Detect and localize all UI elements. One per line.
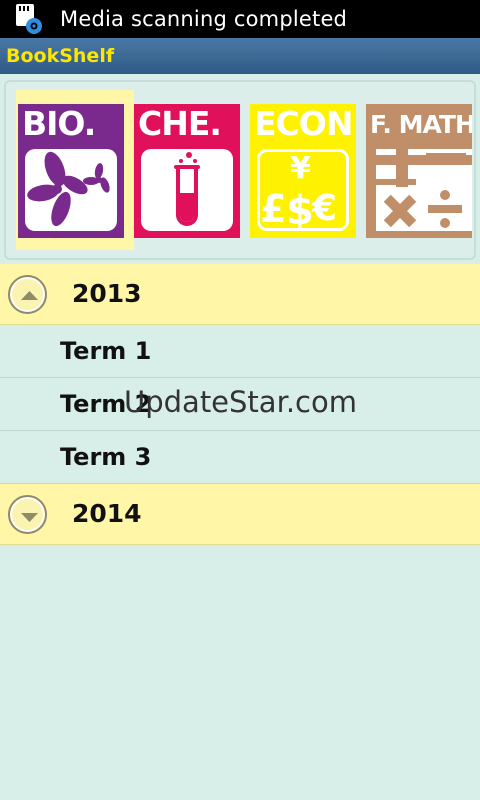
svg-text:£: £ [260,187,286,228]
book-bio[interactable]: BIO. [18,104,124,238]
test-tube-icon [141,149,233,231]
status-bar: Media scanning completed [0,0,480,38]
svg-text:¥: ¥ [290,152,311,186]
term-label: Term 2 [60,390,152,418]
list-item-term-2[interactable]: Term 2 [0,378,480,431]
status-notification-text: Media scanning completed [60,7,348,31]
book-label: ECON [254,104,353,143]
svg-text:€: € [311,188,337,228]
book-label: BIO. [22,104,96,143]
expand-arrow-icon[interactable] [8,495,47,534]
book-label: CHE. [138,104,222,143]
group-label: 2014 [72,499,142,528]
group-label: 2013 [72,279,142,308]
app-title: BookShelf [6,45,115,67]
svg-text:$: $ [286,188,314,228]
term-label: Term 1 [60,337,152,365]
list-item-term-3[interactable]: Term 3 [0,431,480,484]
book-che[interactable]: CHE. [134,104,240,238]
currency-icon: ¥ £ $ € [257,149,349,234]
app-bar: BookShelf [0,38,480,74]
book-f-math[interactable]: F. MATH [366,104,472,238]
book-econ[interactable]: ECON ¥ £ $ € [250,104,356,238]
book-label: F. MATH [370,110,472,139]
term-label: Term 3 [60,443,152,471]
book-shelf: BIO. CHE. ECON ¥ £ $ € F. MATH [4,80,476,260]
collapse-arrow-icon[interactable] [8,275,47,314]
flower-icon [25,149,117,231]
term-list: 2013 Term 1 Term 2 Term 3 2014 [0,264,480,545]
group-row-2013[interactable]: 2013 [0,264,480,325]
math-operators-icon [376,149,472,231]
sd-card-gear-icon [12,2,46,36]
list-item-term-1[interactable]: Term 1 [0,325,480,378]
group-row-2014[interactable]: 2014 [0,484,480,545]
